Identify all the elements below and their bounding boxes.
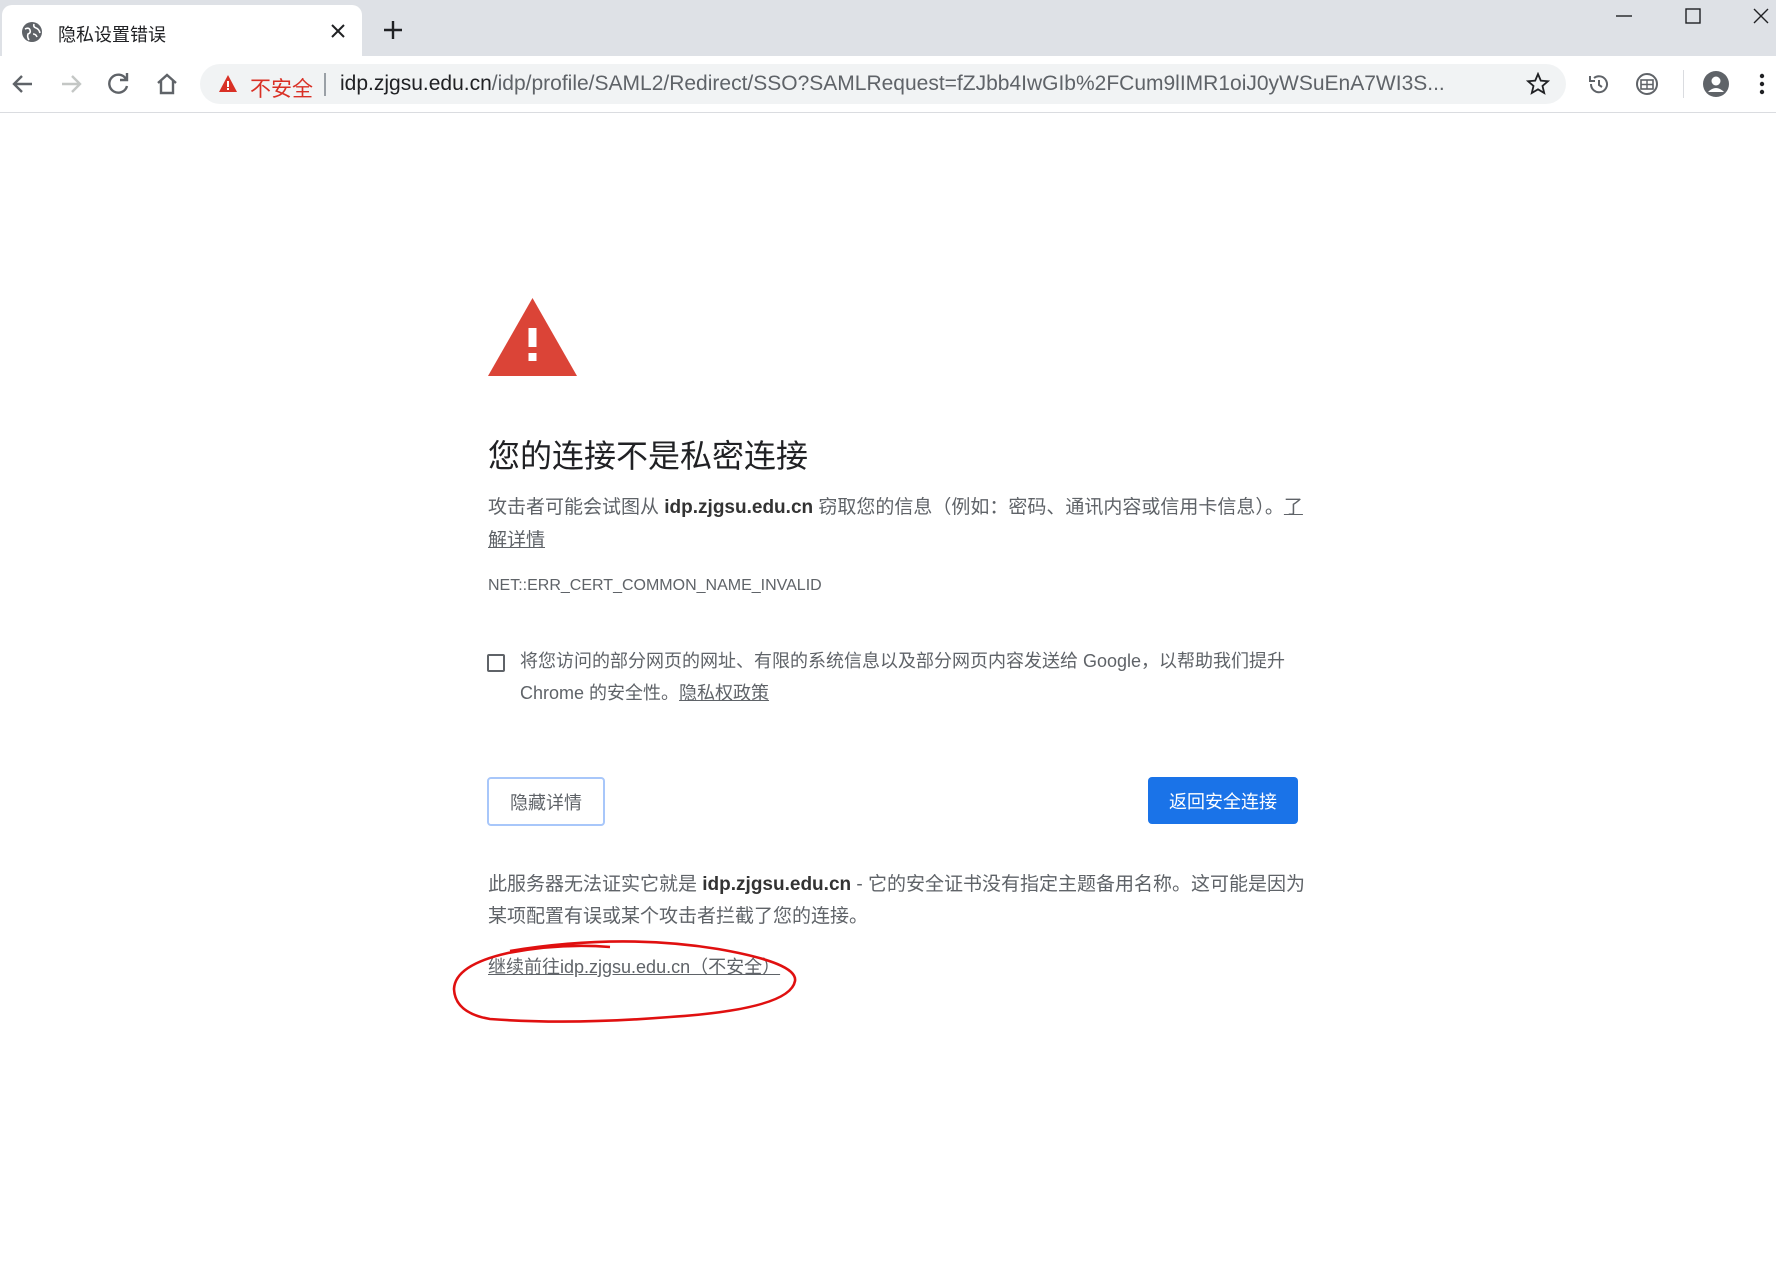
red-circle-annotation bbox=[452, 940, 797, 1023]
tab-title: 隐私设置错误 bbox=[58, 25, 166, 45]
url-host: idp.zjgsu.edu.cn bbox=[340, 72, 492, 95]
safe-browsing-optin: 将您访问的部分网页的网址、有限的系统信息以及部分网页内容发送给 Google，以… bbox=[520, 645, 1300, 709]
maximize-icon[interactable] bbox=[1679, 6, 1707, 26]
profile-avatar-icon[interactable] bbox=[1702, 70, 1730, 98]
details-host: idp.zjgsu.edu.cn bbox=[702, 874, 852, 895]
back-to-safety-button[interactable]: 返回安全连接 bbox=[1148, 777, 1298, 824]
reload-icon[interactable] bbox=[105, 70, 133, 98]
active-tab[interactable]: 隐私设置错误 bbox=[2, 5, 362, 56]
details-prefix: 此服务器无法证实它就是 bbox=[488, 874, 703, 895]
safe-browsing-checkbox[interactable] bbox=[487, 654, 505, 672]
warning-triangle-icon bbox=[219, 75, 237, 92]
translate-icon[interactable] bbox=[1633, 70, 1661, 98]
menu-kebab-icon[interactable] bbox=[1748, 70, 1776, 98]
address-bar[interactable]: 不安全 idp.zjgsu.edu.cn/idp/profile/SAML2/R… bbox=[200, 64, 1566, 104]
optin-text: 将您访问的部分网页的网址、有限的系统信息以及部分网页内容发送给 Google，以… bbox=[520, 651, 1286, 703]
omnibox-separator bbox=[324, 73, 326, 96]
error-code: NET::ERR_CERT_COMMON_NAME_INVALID bbox=[488, 577, 822, 594]
minimize-icon[interactable] bbox=[1610, 6, 1638, 26]
url-path: /idp/profile/SAML2/Redirect/SSO?SAMLRequ… bbox=[491, 72, 1445, 95]
main-message-prefix: 攻击者可能会试图从 bbox=[488, 497, 665, 518]
window-close-icon[interactable] bbox=[1747, 6, 1775, 26]
details-message: 此服务器无法证实它就是 idp.zjgsu.edu.cn - 它的安全证书没有指… bbox=[488, 869, 1308, 933]
new-tab-icon[interactable] bbox=[382, 19, 404, 41]
main-message-host: idp.zjgsu.edu.cn bbox=[664, 497, 814, 518]
not-secure-label[interactable]: 不安全 bbox=[250, 73, 313, 103]
globe-icon bbox=[22, 22, 42, 42]
history-icon[interactable] bbox=[1585, 70, 1613, 98]
privacy-policy-link[interactable]: 隐私权政策 bbox=[679, 683, 769, 703]
browser-toolbar: 不安全 idp.zjgsu.edu.cn/idp/profile/SAML2/R… bbox=[0, 56, 1776, 113]
url-text[interactable]: idp.zjgsu.edu.cn/idp/profile/SAML2/Redir… bbox=[340, 72, 1500, 96]
ssl-interstitial: 您的连接不是私密连接 攻击者可能会试图从 idp.zjgsu.edu.cn 窃取… bbox=[0, 113, 1776, 1264]
main-message-suffix: 窃取您的信息（例如：密码、通讯内容或信用卡信息）。 bbox=[813, 497, 1284, 518]
home-icon[interactable] bbox=[153, 70, 181, 98]
large-warning-icon bbox=[488, 298, 577, 376]
forward-arrow-icon[interactable] bbox=[57, 70, 85, 98]
bookmark-star-icon[interactable] bbox=[1526, 72, 1550, 96]
tab-strip: 隐私设置错误 bbox=[0, 0, 1776, 56]
hide-details-button[interactable]: 隐藏详情 bbox=[487, 777, 605, 826]
tab-close-icon[interactable] bbox=[330, 23, 346, 39]
main-message: 攻击者可能会试图从 idp.zjgsu.edu.cn 窃取您的信息（例如：密码、… bbox=[488, 491, 1308, 557]
toolbar-divider bbox=[1683, 70, 1684, 98]
page-heading: 您的连接不是私密连接 bbox=[488, 438, 809, 474]
back-arrow-icon[interactable] bbox=[9, 70, 37, 98]
